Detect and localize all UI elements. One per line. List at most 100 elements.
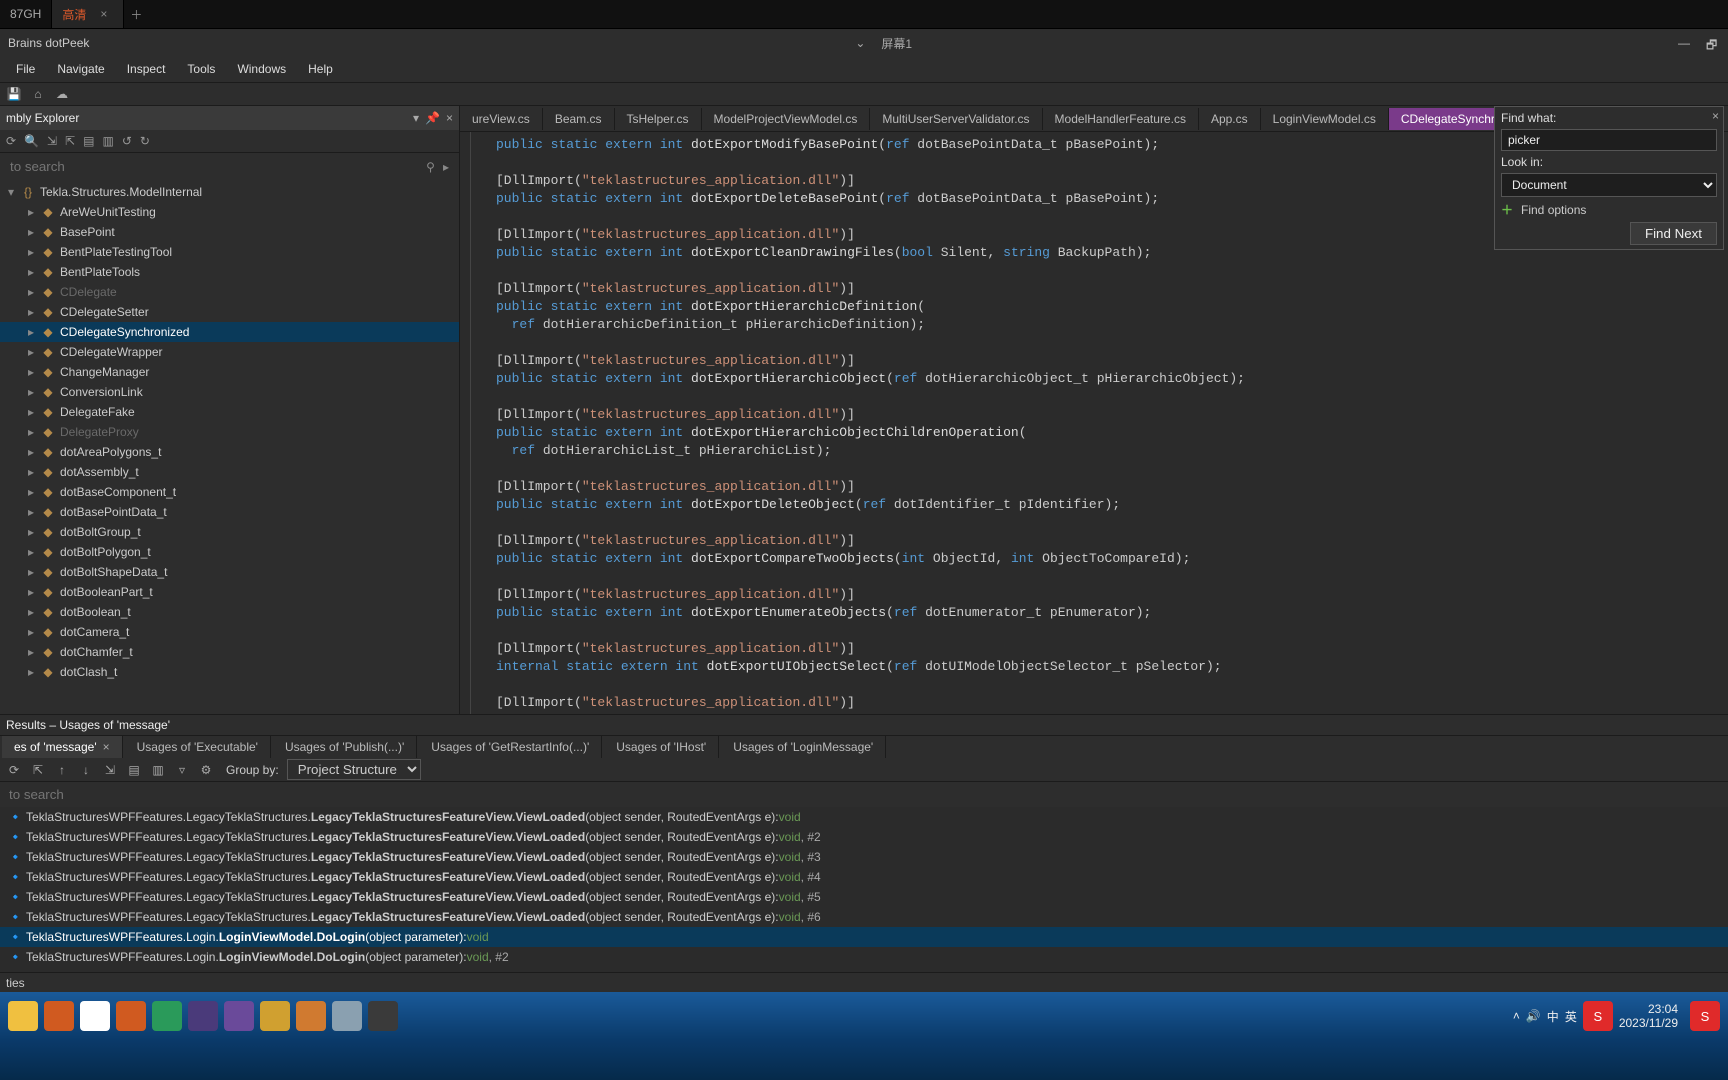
expand-icon[interactable]: ＋: [1501, 201, 1517, 218]
tray-chevron-icon[interactable]: ˄: [1513, 1009, 1520, 1023]
tool-icon[interactable]: 🔍: [24, 134, 39, 148]
save-icon[interactable]: 💾: [6, 86, 22, 102]
menu-help[interactable]: Help: [298, 58, 343, 80]
tree-node[interactable]: ▸◆dotBasePointData_t: [0, 502, 459, 522]
results-tab[interactable]: Usages of 'GetRestartInfo(...)': [419, 736, 602, 758]
menu-navigate[interactable]: Navigate: [47, 58, 114, 80]
tree-node[interactable]: ▸◆ConversionLink: [0, 382, 459, 402]
tool-icon[interactable]: ⟳: [6, 134, 16, 148]
find-next-button[interactable]: Find Next: [1630, 222, 1717, 245]
tool-icon[interactable]: ↑: [54, 762, 70, 778]
taskbar-app-icon[interactable]: [260, 1001, 290, 1031]
explorer-search-input[interactable]: [6, 155, 422, 178]
minimize-icon[interactable]: —: [1678, 36, 1692, 50]
group-by-select[interactable]: Project Structure: [287, 759, 421, 780]
tray-app-icon[interactable]: S: [1690, 1001, 1720, 1031]
taskbar-app-icon[interactable]: [8, 1001, 38, 1031]
tree-node[interactable]: ▸◆DelegateProxy: [0, 422, 459, 442]
results-search-input[interactable]: [6, 784, 1722, 805]
taskbar-app-icon[interactable]: [80, 1001, 110, 1031]
menu-file[interactable]: File: [6, 58, 45, 80]
editor-tab[interactable]: App.cs: [1199, 108, 1261, 130]
tree-node[interactable]: ▸◆dotAreaPolygons_t: [0, 442, 459, 462]
tree-node[interactable]: ▸◆dotBooleanPart_t: [0, 582, 459, 602]
close-icon[interactable]: ×: [97, 740, 110, 754]
look-in-select[interactable]: Document: [1501, 173, 1717, 197]
close-icon[interactable]: ×: [446, 111, 453, 125]
tool-icon[interactable]: ⚙: [198, 762, 214, 778]
container-tab-active[interactable]: 高清 ×: [52, 0, 124, 28]
result-row[interactable]: 🔹 TeklaStructuresWPFFeatures.LegacyTekla…: [0, 887, 1728, 907]
taskbar-app-icon[interactable]: [44, 1001, 74, 1031]
pin-icon[interactable]: 📌: [425, 111, 440, 125]
tool-icon[interactable]: ▤: [126, 762, 142, 778]
results-tab[interactable]: Usages of 'LoginMessage': [721, 736, 886, 758]
tree-node[interactable]: ▸◆AreWeUnitTesting: [0, 202, 459, 222]
cloud-icon[interactable]: ☁: [54, 86, 70, 102]
tool-icon[interactable]: ↺: [122, 134, 132, 148]
tree-node[interactable]: ▸◆dotAssembly_t: [0, 462, 459, 482]
options-icon[interactable]: ▸: [439, 160, 453, 174]
result-row[interactable]: 🔹 TeklaStructuresWPFFeatures.LegacyTekla…: [0, 867, 1728, 887]
menu-inspect[interactable]: Inspect: [117, 58, 176, 80]
tool-icon[interactable]: ⟳: [6, 762, 22, 778]
result-row[interactable]: 🔹 TeklaStructuresWPFFeatures.Login.Login…: [0, 927, 1728, 947]
tool-icon[interactable]: ⇱: [65, 134, 75, 148]
menu-windows[interactable]: Windows: [227, 58, 296, 80]
tree-node[interactable]: ▸◆BasePoint: [0, 222, 459, 242]
taskbar-app-icon[interactable]: [296, 1001, 326, 1031]
results-tab[interactable]: Usages of 'Publish(...)': [273, 736, 417, 758]
tree-node[interactable]: ▸◆dotChamfer_t: [0, 642, 459, 662]
tool-icon[interactable]: ▥: [102, 134, 113, 148]
filter-icon[interactable]: ⚲: [422, 160, 439, 174]
tree-node[interactable]: ▸◆dotCamera_t: [0, 622, 459, 642]
result-row[interactable]: 🔹 TeklaStructuresWPFFeatures.LegacyTekla…: [0, 847, 1728, 867]
result-row[interactable]: 🔹 TeklaStructuresWPFFeatures.LegacyTekla…: [0, 827, 1728, 847]
chevron-down-icon[interactable]: ⌄: [855, 36, 865, 50]
taskbar-app-icon[interactable]: [116, 1001, 146, 1031]
tree-node[interactable]: ▸◆CDelegateWrapper: [0, 342, 459, 362]
tree-node[interactable]: ▸◆BentPlateTools: [0, 262, 459, 282]
new-tab-icon[interactable]: ＋: [124, 6, 148, 23]
container-tab[interactable]: 87GH: [0, 0, 52, 28]
tool-icon[interactable]: ↻: [140, 134, 150, 148]
tree-node[interactable]: ▸◆dotBoolean_t: [0, 602, 459, 622]
tree-node[interactable]: ▸◆dotBoltPolygon_t: [0, 542, 459, 562]
menu-tools[interactable]: Tools: [177, 58, 225, 80]
taskbar-app-icon[interactable]: [188, 1001, 218, 1031]
editor-tab[interactable]: LoginViewModel.cs: [1261, 108, 1389, 130]
results-tab[interactable]: Usages of 'Executable': [125, 736, 271, 758]
find-what-input[interactable]: [1501, 129, 1717, 151]
tree-node[interactable]: ▸◆dotBoltGroup_t: [0, 522, 459, 542]
editor-tab[interactable]: TsHelper.cs: [615, 108, 702, 130]
tree-node[interactable]: ▸◆dotBaseComponent_t: [0, 482, 459, 502]
taskbar-app-icon[interactable]: [332, 1001, 362, 1031]
taskbar-app-icon[interactable]: [152, 1001, 182, 1031]
tree-node[interactable]: ▸◆CDelegateSetter: [0, 302, 459, 322]
tool-icon[interactable]: ▿: [174, 762, 190, 778]
close-icon[interactable]: ×: [94, 7, 113, 21]
tool-icon[interactable]: ⇱: [30, 762, 46, 778]
taskbar-clock[interactable]: 23:04 2023/11/29: [1619, 1002, 1684, 1030]
editor-tab[interactable]: Beam.cs: [543, 108, 615, 130]
dropdown-icon[interactable]: ▾: [413, 111, 419, 125]
ime-indicator[interactable]: 英: [1565, 1008, 1577, 1025]
ime-indicator[interactable]: 中: [1547, 1008, 1559, 1025]
tree-node[interactable]: ▸◆dotBoltShapeData_t: [0, 562, 459, 582]
editor-tab[interactable]: MultiUserServerValidator.cs: [870, 108, 1042, 130]
taskbar-app-icon[interactable]: [224, 1001, 254, 1031]
result-row[interactable]: 🔹 TeklaStructuresWPFFeatures.LegacyTekla…: [0, 907, 1728, 927]
results-tab[interactable]: es of 'message'×: [2, 736, 123, 758]
tray-app-icon[interactable]: S: [1583, 1001, 1613, 1031]
taskbar-app-icon[interactable]: [368, 1001, 398, 1031]
editor-tab[interactable]: ureView.cs: [460, 108, 543, 130]
tray-volume-icon[interactable]: 🔊: [1526, 1009, 1541, 1023]
editor-tab[interactable]: ModelProjectViewModel.cs: [702, 108, 871, 130]
results-list[interactable]: 🔹 TeklaStructuresWPFFeatures.LegacyTekla…: [0, 807, 1728, 972]
restore-icon[interactable]: 🗗: [1706, 36, 1720, 50]
tree-node[interactable]: ▸◆dotClash_t: [0, 662, 459, 682]
result-row[interactable]: 🔹 TeklaStructuresWPFFeatures.LegacyTekla…: [0, 807, 1728, 827]
tool-icon[interactable]: ▤: [83, 134, 94, 148]
home-icon[interactable]: ⌂: [30, 86, 46, 102]
tree-node[interactable]: ▸◆BentPlateTestingTool: [0, 242, 459, 262]
